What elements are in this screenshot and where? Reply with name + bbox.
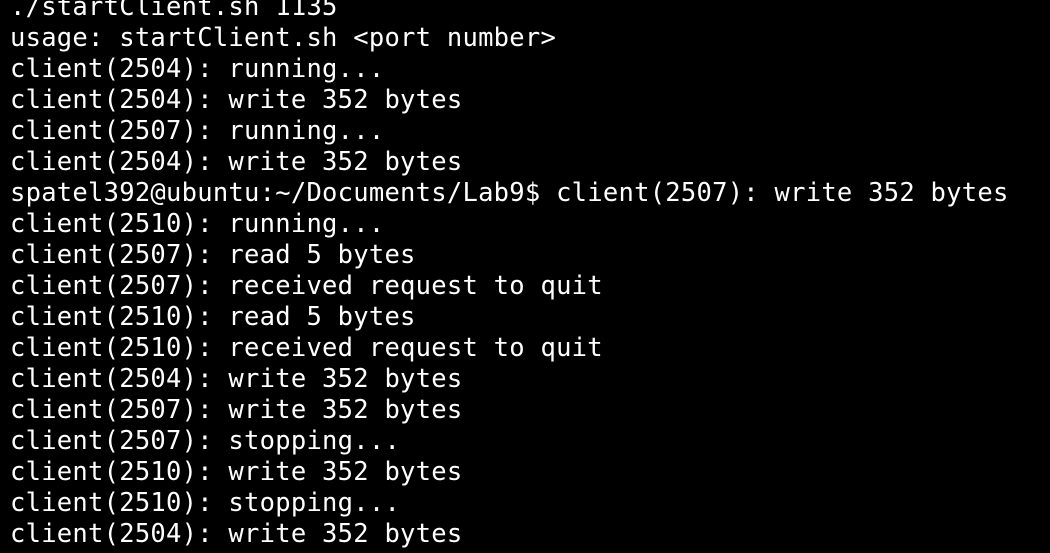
terminal-line: client(2510): running... (10, 209, 385, 239)
terminal-line: client(2504): write 352 bytes (10, 364, 463, 394)
terminal-line: client(2507): write 352 bytes (10, 395, 463, 425)
terminal-line: ./startClient.sh 1135 (10, 0, 338, 22)
terminal-line: client(2507): stopping... (10, 426, 401, 456)
terminal-line: client(2510): write 352 bytes (10, 457, 463, 487)
terminal-prompt-line: spatel392@ubuntu:~/Documents/Lab9$ clien… (10, 178, 1009, 208)
terminal-window[interactable]: ./startClient.sh 1135 usage: startClient… (0, 0, 1050, 553)
terminal-line: client(2510): read 5 bytes (10, 302, 416, 332)
terminal-line: client(2504): write 352 bytes (10, 519, 463, 549)
terminal-line: usage: startClient.sh <port number> (10, 23, 557, 53)
terminal-line: client(2504): write 352 bytes (10, 85, 463, 115)
terminal-line: client(2507): running... (10, 116, 385, 146)
terminal-line: client(2510): stopping... (10, 488, 401, 518)
terminal-line: client(2510): received request to quit (10, 333, 603, 363)
terminal-output: ./startClient.sh 1135 usage: startClient… (10, 0, 1009, 553)
terminal-line: client(2507): received request to quit (10, 271, 603, 301)
terminal-line: client(2507): read 5 bytes (10, 240, 416, 270)
terminal-line: client(2504): running... (10, 54, 385, 84)
terminal-line: client(2504): write 352 bytes (10, 147, 463, 177)
